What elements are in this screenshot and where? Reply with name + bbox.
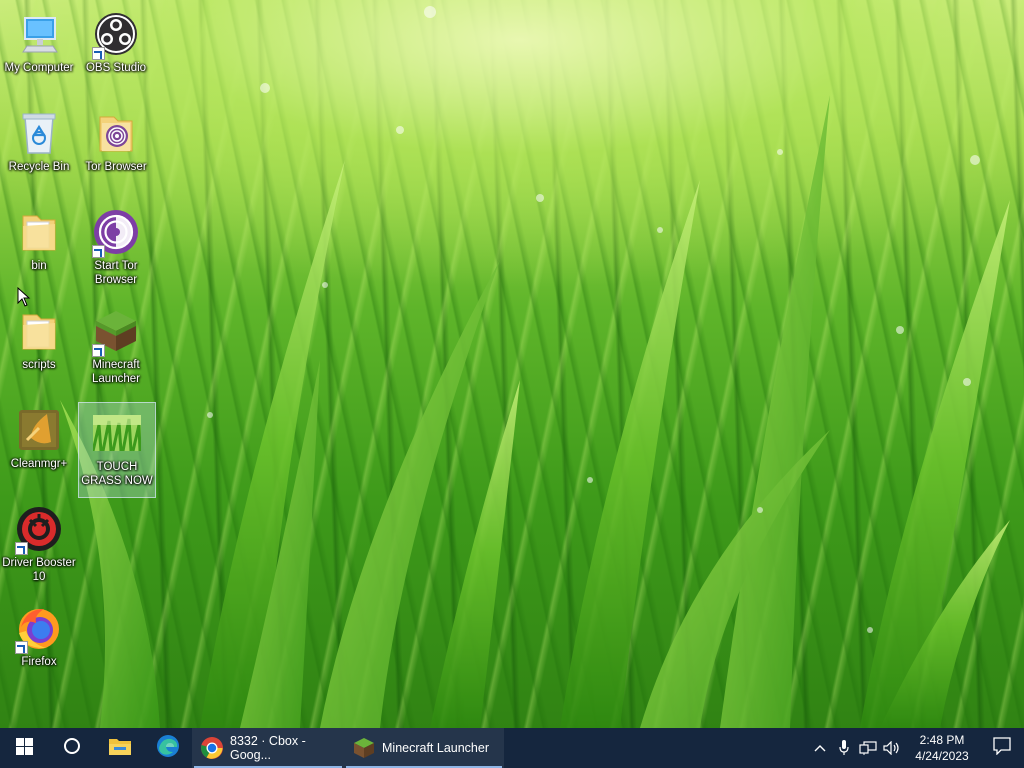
mouse-cursor-icon [17,286,31,311]
driver-booster-icon [15,505,63,555]
cleanmgr-icon [15,406,63,454]
icon-label: Driver Booster 10 [2,557,76,583]
clock-date: 4/24/2023 [915,749,969,763]
clock-time: 2:48 PM [919,733,965,747]
computer-icon [15,10,63,58]
icon-label: bin [31,260,47,272]
folder-icon [15,307,63,355]
icon-label: OBS Studio [85,62,147,74]
chevron-up-icon[interactable] [808,728,832,768]
desktop-icon-firefox[interactable]: Firefox [0,598,78,694]
file-explorer-button[interactable] [96,728,144,768]
icon-label: Recycle Bin [8,161,70,173]
desktop-icon-touch-grass-now[interactable]: TOUCH GRASS NOW [78,402,156,498]
edge-icon [156,734,180,762]
desktop-icon-scripts[interactable]: scripts [0,301,78,397]
shortcut-arrow-icon [92,47,105,60]
taskbar-app-label: 8332 · Cbox - Goog... [230,734,306,762]
volume-icon[interactable] [880,728,904,768]
icon-label: Cleanmgr+ [10,458,68,470]
icon-label: Minecraft Launcher [92,359,140,385]
taskbar: 8332 · Cbox - Goog... Minecraft Launcher [0,728,1024,768]
network-icon[interactable] [856,728,880,768]
icon-label: Tor Browser [85,161,147,173]
clock[interactable]: 2:48 PM 4/24/2023 [904,732,980,764]
action-center-button[interactable] [980,728,1024,768]
tor-icon [92,208,140,258]
desktop-icon-driver-booster[interactable]: Driver Booster 10 [0,499,78,595]
folder-icon [15,208,63,256]
action-center-icon [993,736,1011,760]
desktop-icon-cleanmgr[interactable]: Cleanmgr+ [0,400,78,496]
edge-button[interactable] [144,728,192,768]
icon-label: TOUCH GRASS NOW [81,461,153,487]
system-tray: 2:48 PM 4/24/2023 [808,728,1024,768]
shortcut-arrow-icon [15,542,28,555]
shortcut-arrow-icon [15,641,28,654]
start-button[interactable] [0,728,48,768]
taskbar-app-chrome[interactable]: 8332 · Cbox - Goog... [192,728,344,768]
chrome-icon [200,736,224,760]
shortcut-arrow-icon [92,245,105,258]
tor-folder-icon [92,109,140,157]
shortcut-arrow-icon [92,344,105,357]
desktop-icon-tor-browser[interactable]: Tor Browser [77,103,155,199]
file-explorer-icon [108,736,132,760]
desktop-icon-bin[interactable]: bin [0,202,78,298]
icon-label: Start Tor Browser [94,260,138,286]
desktop-icon-recycle-bin[interactable]: Recycle Bin [0,103,78,199]
minecraft-icon [92,307,140,357]
icon-label: My Computer [4,62,74,74]
recycle-bin-icon [15,109,63,157]
icon-label: Firefox [21,656,57,668]
taskbar-app-minecraft[interactable]: Minecraft Launcher [344,728,504,768]
grass-image-icon [93,409,141,457]
firefox-icon [15,604,63,654]
desktop-icon-start-tor-browser[interactable]: Start Tor Browser [77,202,155,298]
windows-start-icon [15,737,33,759]
obs-icon [92,10,140,60]
taskbar-app-label: Minecraft Launcher [382,741,490,755]
desktop-icon-minecraft-launcher[interactable]: Minecraft Launcher [77,301,155,397]
desktop-icon-my-computer[interactable]: My Computer [0,4,78,100]
desktop-icon-obs-studio[interactable]: OBS Studio [77,4,155,100]
minecraft-icon [352,736,376,760]
icon-label: scripts [22,359,56,371]
cortana-circle-icon [63,737,81,759]
microphone-icon[interactable] [832,728,856,768]
cortana-button[interactable] [48,728,96,768]
